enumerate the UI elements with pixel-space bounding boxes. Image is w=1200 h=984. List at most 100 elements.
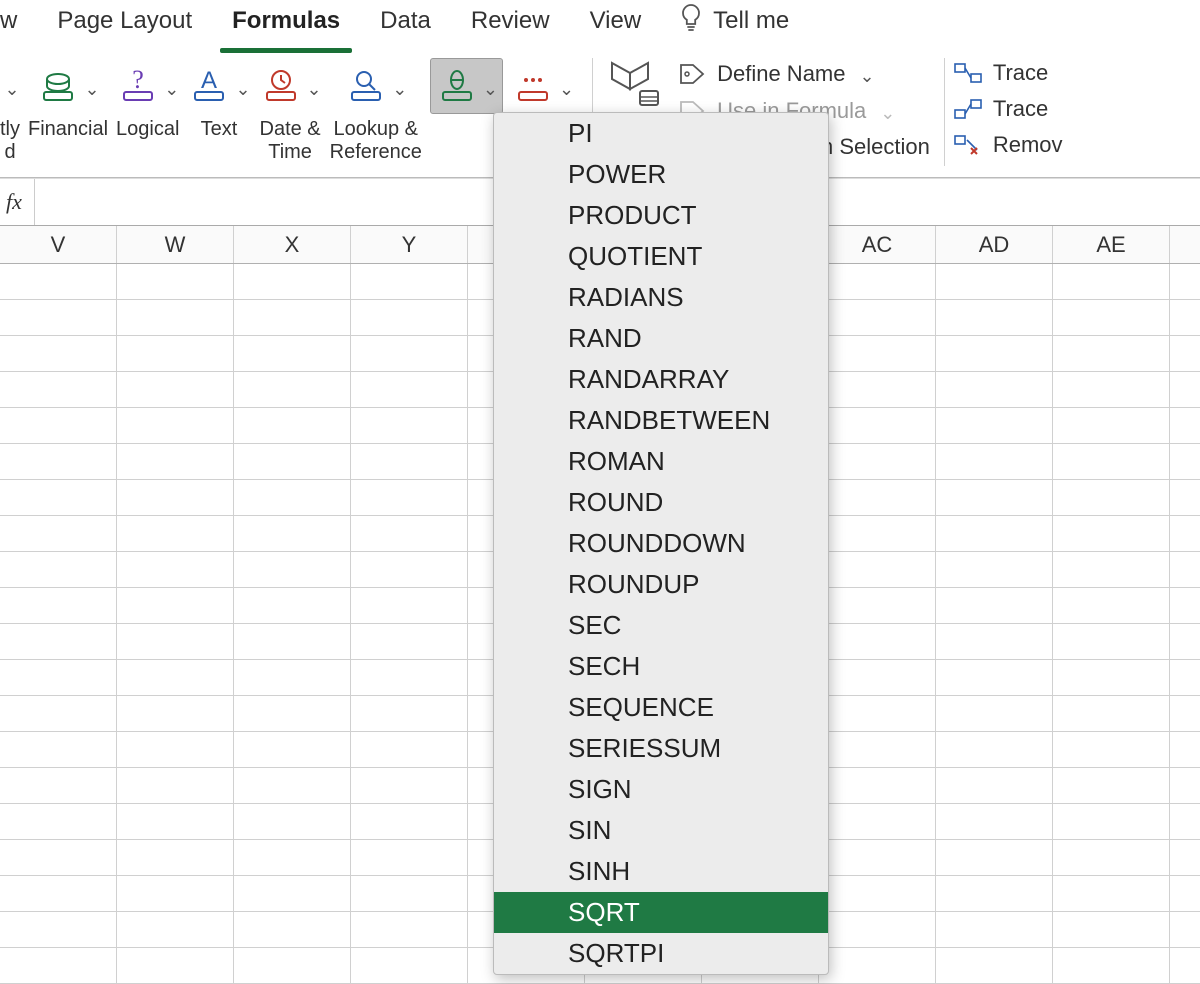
- dropdown-item[interactable]: RANDBETWEEN: [494, 400, 828, 441]
- grid-cell[interactable]: [819, 948, 936, 983]
- grid-cell[interactable]: [117, 408, 234, 443]
- grid-cell[interactable]: [117, 768, 234, 803]
- dropdown-item[interactable]: SECH: [494, 646, 828, 687]
- grid-cell[interactable]: [819, 444, 936, 479]
- grid-cell[interactable]: [234, 336, 351, 371]
- grid-cell[interactable]: [0, 840, 117, 875]
- tab-partial[interactable]: w: [0, 0, 37, 49]
- more-functions-button[interactable]: ⌄: [507, 58, 578, 114]
- grid-cell[interactable]: [234, 624, 351, 659]
- grid-cell[interactable]: [1053, 300, 1170, 335]
- grid-cell[interactable]: [234, 732, 351, 767]
- grid-cell[interactable]: [819, 372, 936, 407]
- grid-cell[interactable]: [0, 876, 117, 911]
- text-button[interactable]: A ⌄ Text: [183, 58, 254, 141]
- grid-cell[interactable]: [234, 444, 351, 479]
- grid-cell[interactable]: [351, 804, 468, 839]
- dropdown-item[interactable]: SQRT: [494, 892, 828, 933]
- grid-cell[interactable]: [1170, 480, 1200, 515]
- grid-cell[interactable]: [117, 264, 234, 299]
- grid-cell[interactable]: [936, 804, 1053, 839]
- grid-cell[interactable]: [117, 804, 234, 839]
- grid-cell[interactable]: [351, 624, 468, 659]
- grid-cell[interactable]: [1170, 300, 1200, 335]
- grid-cell[interactable]: [1170, 876, 1200, 911]
- trace-dependents-button[interactable]: Trace: [953, 96, 1063, 122]
- dropdown-list[interactable]: PIPOWERPRODUCTQUOTIENTRADIANSRANDRANDARR…: [494, 113, 828, 974]
- remove-arrows-button[interactable]: Remov: [953, 132, 1063, 158]
- logical-button[interactable]: ? ⌄ Logical: [112, 58, 183, 141]
- grid-cell[interactable]: [1053, 624, 1170, 659]
- grid-cell[interactable]: [0, 804, 117, 839]
- grid-cell[interactable]: [351, 696, 468, 731]
- grid-cell[interactable]: [351, 336, 468, 371]
- grid-cell[interactable]: [234, 876, 351, 911]
- grid-cell[interactable]: [0, 948, 117, 983]
- grid-cell[interactable]: [819, 912, 936, 947]
- dropdown-item[interactable]: SQRTPI: [494, 933, 828, 974]
- grid-cell[interactable]: [1053, 264, 1170, 299]
- grid-cell[interactable]: [351, 876, 468, 911]
- grid-cell[interactable]: [1053, 948, 1170, 983]
- grid-cell[interactable]: [819, 300, 936, 335]
- dropdown-item[interactable]: SEQUENCE: [494, 687, 828, 728]
- grid-cell[interactable]: [936, 372, 1053, 407]
- grid-cell[interactable]: [1053, 912, 1170, 947]
- grid-cell[interactable]: [1053, 768, 1170, 803]
- grid-cell[interactable]: [0, 732, 117, 767]
- grid-cell[interactable]: [351, 300, 468, 335]
- grid-cell[interactable]: [351, 372, 468, 407]
- grid-cell[interactable]: [234, 552, 351, 587]
- grid-cell[interactable]: [936, 768, 1053, 803]
- define-name-button[interactable]: Define Name ⌄: [679, 60, 930, 87]
- grid-cell[interactable]: [1170, 336, 1200, 371]
- column-header[interactable]: X: [234, 226, 351, 263]
- grid-cell[interactable]: [351, 444, 468, 479]
- grid-cell[interactable]: [936, 552, 1053, 587]
- grid-cell[interactable]: [117, 336, 234, 371]
- grid-cell[interactable]: [936, 480, 1053, 515]
- grid-cell[interactable]: [819, 768, 936, 803]
- grid-cell[interactable]: [1053, 444, 1170, 479]
- grid-cell[interactable]: [819, 588, 936, 623]
- grid-cell[interactable]: [819, 804, 936, 839]
- grid-cell[interactable]: [234, 948, 351, 983]
- grid-cell[interactable]: [819, 480, 936, 515]
- grid-cell[interactable]: [117, 948, 234, 983]
- grid-cell[interactable]: [819, 696, 936, 731]
- grid-cell[interactable]: [1053, 552, 1170, 587]
- grid-cell[interactable]: [1170, 732, 1200, 767]
- grid-cell[interactable]: [351, 408, 468, 443]
- grid-cell[interactable]: [117, 696, 234, 731]
- dropdown-item[interactable]: ROUND: [494, 482, 828, 523]
- grid-cell[interactable]: [936, 696, 1053, 731]
- column-header[interactable]: W: [117, 226, 234, 263]
- grid-cell[interactable]: [936, 732, 1053, 767]
- dropdown-item[interactable]: SIN: [494, 810, 828, 851]
- grid-cell[interactable]: [1170, 516, 1200, 551]
- dropdown-item[interactable]: PI: [494, 113, 828, 154]
- fx-label[interactable]: fx: [0, 179, 35, 225]
- grid-cell[interactable]: [819, 552, 936, 587]
- grid-cell[interactable]: [0, 696, 117, 731]
- column-header[interactable]: V: [0, 226, 117, 263]
- dropdown-item[interactable]: RANDARRAY: [494, 359, 828, 400]
- grid-cell[interactable]: [1170, 552, 1200, 587]
- grid-cell[interactable]: [1170, 264, 1200, 299]
- grid-cell[interactable]: [1053, 696, 1170, 731]
- grid-cell[interactable]: [1170, 948, 1200, 983]
- grid-cell[interactable]: [0, 588, 117, 623]
- grid-cell[interactable]: [0, 660, 117, 695]
- dropdown-item[interactable]: PRODUCT: [494, 195, 828, 236]
- tab-page-layout[interactable]: Page Layout: [37, 0, 212, 49]
- grid-cell[interactable]: [117, 300, 234, 335]
- grid-cell[interactable]: [0, 372, 117, 407]
- grid-cell[interactable]: [234, 588, 351, 623]
- grid-cell[interactable]: [1053, 876, 1170, 911]
- grid-cell[interactable]: [936, 948, 1053, 983]
- grid-cell[interactable]: [1053, 660, 1170, 695]
- dropdown-item[interactable]: ROMAN: [494, 441, 828, 482]
- lookup-button[interactable]: ⌄ Lookup & Reference: [326, 58, 426, 164]
- column-header[interactable]: AC: [819, 226, 936, 263]
- grid-cell[interactable]: [351, 732, 468, 767]
